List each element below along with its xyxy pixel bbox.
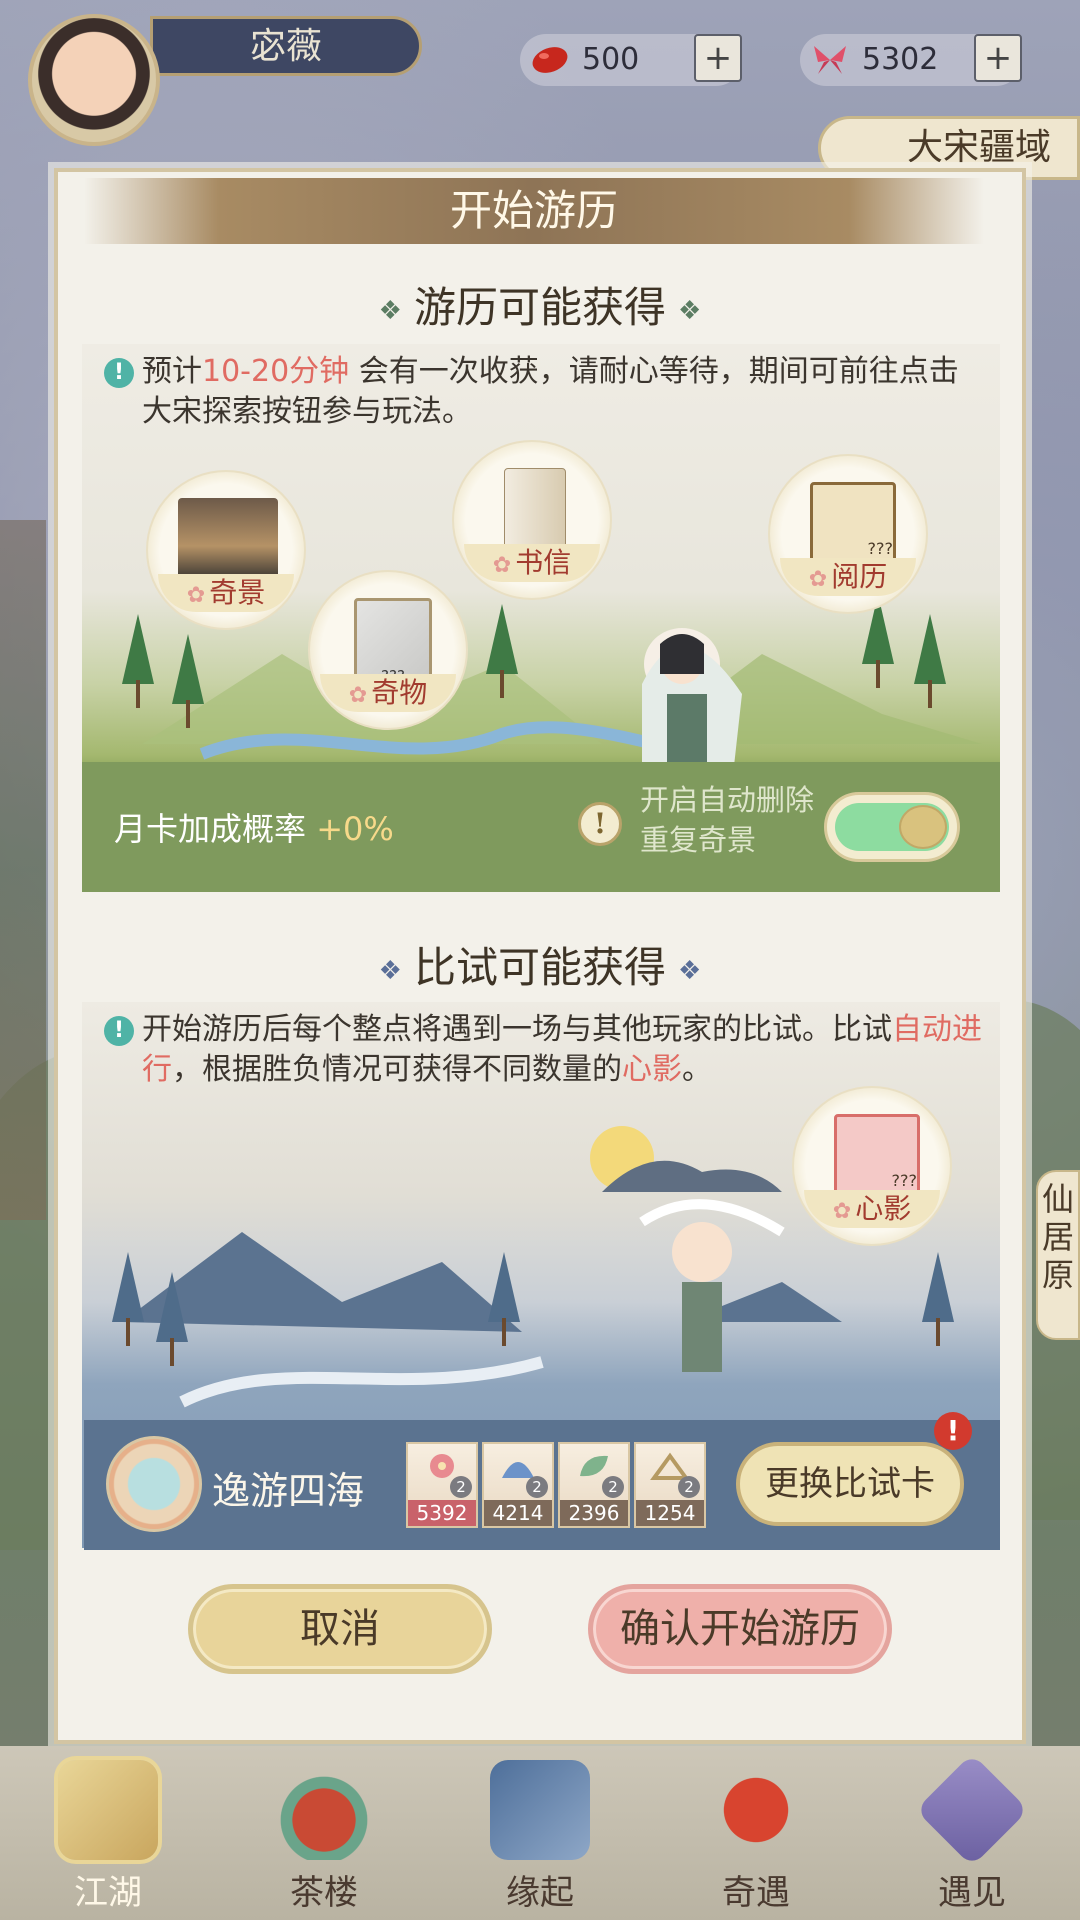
nav-item-yujian[interactable]: 遇见: [864, 1746, 1080, 1920]
notice-text: 开始游历后每个整点将遇到一场与其他玩家的比试。比试: [142, 1012, 892, 1047]
diamond-icon: ❖: [678, 296, 702, 326]
nav-label: 奇遇: [722, 1873, 790, 1913]
nav-item-qiyu[interactable]: 奇遇: [648, 1746, 864, 1920]
duel-notice: ! 开始游历后每个整点将遇到一场与其他玩家的比试。比试自动进行，根据胜负情况可获得…: [104, 1010, 984, 1090]
duel-heading-text: 比试可能获得: [413, 943, 666, 992]
heart-shadow-icon: ???: [834, 1114, 920, 1200]
experience-card-icon: ???: [810, 482, 896, 568]
map-edge-left: [0, 520, 46, 1220]
tree-decoration: [488, 1252, 520, 1346]
nav-label: 茶楼: [290, 1873, 358, 1913]
diamond-icon: ❖: [678, 956, 702, 986]
reward-curio[interactable]: ??? ✿奇物: [308, 570, 468, 730]
teacup-icon: [274, 1760, 374, 1860]
travel-heading-text: 游历可能获得: [413, 283, 666, 332]
info-icon: !: [104, 358, 134, 388]
notice-highlight-heart: 心影: [622, 1052, 682, 1087]
reward-heart-shadow[interactable]: ??? ✿ 心影: [792, 1086, 952, 1246]
card-value: 2396: [560, 1500, 628, 1526]
duel-heading: ❖ 比试可能获得 ❖: [0, 934, 1080, 995]
diamond-icon: ❖: [378, 956, 402, 986]
card-count: 2: [602, 1476, 624, 1498]
monthly-bonus-label: 月卡加成概率: [114, 810, 307, 848]
duel-card-slot[interactable]: 2 5392: [406, 1442, 478, 1528]
nav-item-yuanqi[interactable]: 缘起: [432, 1746, 648, 1920]
travel-options-bar: 月卡加成概率 +0% ! 开启自动删除重复奇景: [82, 762, 1000, 892]
curio-frame-icon: ???: [354, 598, 432, 685]
player-name[interactable]: 宓薇: [150, 16, 422, 76]
dialog-title: 开始游历: [84, 178, 984, 244]
add-butterfly-button[interactable]: +: [974, 34, 1022, 82]
tree-decoration: [922, 1252, 954, 1346]
tree-decoration: [486, 604, 518, 698]
nav-item-chalou[interactable]: 茶楼: [216, 1746, 432, 1920]
side-tab-xianjuyuan[interactable]: 仙居原: [1036, 1170, 1080, 1340]
duel-card-slot[interactable]: 2 1254: [634, 1442, 706, 1528]
avatar[interactable]: [28, 14, 160, 146]
notice-text: 。: [682, 1052, 712, 1087]
auto-delete-toggle[interactable]: [824, 792, 960, 862]
auto-delete-label: 开启自动删除重复奇景: [640, 783, 815, 857]
nav-label: 遇见: [938, 1873, 1006, 1913]
notice-highlight-duration: 10-20分钟: [202, 354, 350, 389]
card-value: 5392: [408, 1500, 476, 1526]
crystal-icon: [915, 1753, 1029, 1867]
diamond-icon: ❖: [378, 296, 402, 326]
butterfly-count: 5302: [862, 42, 939, 77]
tree-decoration: [112, 1252, 144, 1346]
warning-icon[interactable]: !: [578, 802, 622, 846]
reward-letter[interactable]: ✿ 书信: [452, 440, 612, 600]
tree-decoration: [914, 614, 946, 708]
duel-card-slot[interactable]: 2 4214: [482, 1442, 554, 1528]
duel-card-slot[interactable]: 2 2396: [558, 1442, 630, 1528]
change-duel-card-button[interactable]: 更换比试卡: [736, 1442, 964, 1526]
scenery-painting-icon: [178, 498, 278, 578]
nav-item-jianghu[interactable]: 江湖: [0, 1746, 216, 1920]
reward-label: ✿ 奇景: [158, 574, 294, 612]
book-icon: [490, 1760, 590, 1860]
letter-scroll-icon: [504, 468, 566, 550]
card-value: 1254: [636, 1500, 704, 1526]
bottom-nav: 江湖 茶楼 缘起 奇遇 遇见: [0, 1746, 1080, 1920]
tree-decoration: [172, 634, 204, 728]
resource-butterfly: 5302 +: [800, 34, 1022, 86]
info-icon: !: [104, 1016, 134, 1046]
reward-experience[interactable]: ??? ✿ 阅历: [768, 454, 928, 614]
red-bean-icon: [532, 47, 568, 73]
reward-label: ✿ 心影: [804, 1190, 940, 1228]
alert-badge: !: [934, 1412, 972, 1450]
wave-emblem-icon[interactable]: [106, 1436, 202, 1532]
card-value: 4214: [484, 1500, 552, 1526]
team-name: 逸游四海: [212, 1469, 365, 1513]
map-scroll-icon: [58, 1760, 158, 1860]
travel-notice: ! 预计10-20分钟 会有一次收获，请耐心等待，期间可前往点击大宋探索按钮参与玩…: [104, 352, 984, 432]
reward-label: ✿ 书信: [464, 544, 600, 582]
tree-decoration: [156, 1272, 188, 1366]
resource-red-bean: 500 +: [520, 34, 742, 86]
nav-label: 缘起: [506, 1873, 574, 1913]
maple-leaf-icon: [706, 1760, 806, 1860]
notice-text: 预计: [142, 354, 202, 389]
nav-label: 江湖: [74, 1873, 142, 1913]
card-count: 2: [526, 1476, 548, 1498]
card-count: 2: [678, 1476, 700, 1498]
reward-scenery[interactable]: ✿ 奇景: [146, 470, 306, 630]
reward-label: ✿ 阅历: [780, 558, 916, 596]
confirm-start-travel-button[interactable]: 确认开始游历: [588, 1584, 892, 1674]
travel-heading: ❖ 游历可能获得 ❖: [0, 274, 1080, 335]
notice-text: ，根据胜负情况可获得不同数量的: [172, 1052, 622, 1087]
add-red-bean-button[interactable]: +: [694, 34, 742, 82]
cancel-button[interactable]: 取消: [188, 1584, 492, 1674]
monthly-bonus: 月卡加成概率 +0%: [114, 804, 394, 850]
reward-label: ✿ 奇物: [320, 674, 456, 712]
butterfly-icon: [814, 46, 846, 74]
monthly-bonus-value: +0%: [316, 810, 394, 848]
card-count: 2: [450, 1476, 472, 1498]
tree-decoration: [122, 614, 154, 708]
red-bean-count: 500: [582, 42, 640, 77]
duel-team-bar: 逸游四海 2 5392 2 4214 2 2396 2 1254 更换比试卡 !: [84, 1412, 1000, 1550]
